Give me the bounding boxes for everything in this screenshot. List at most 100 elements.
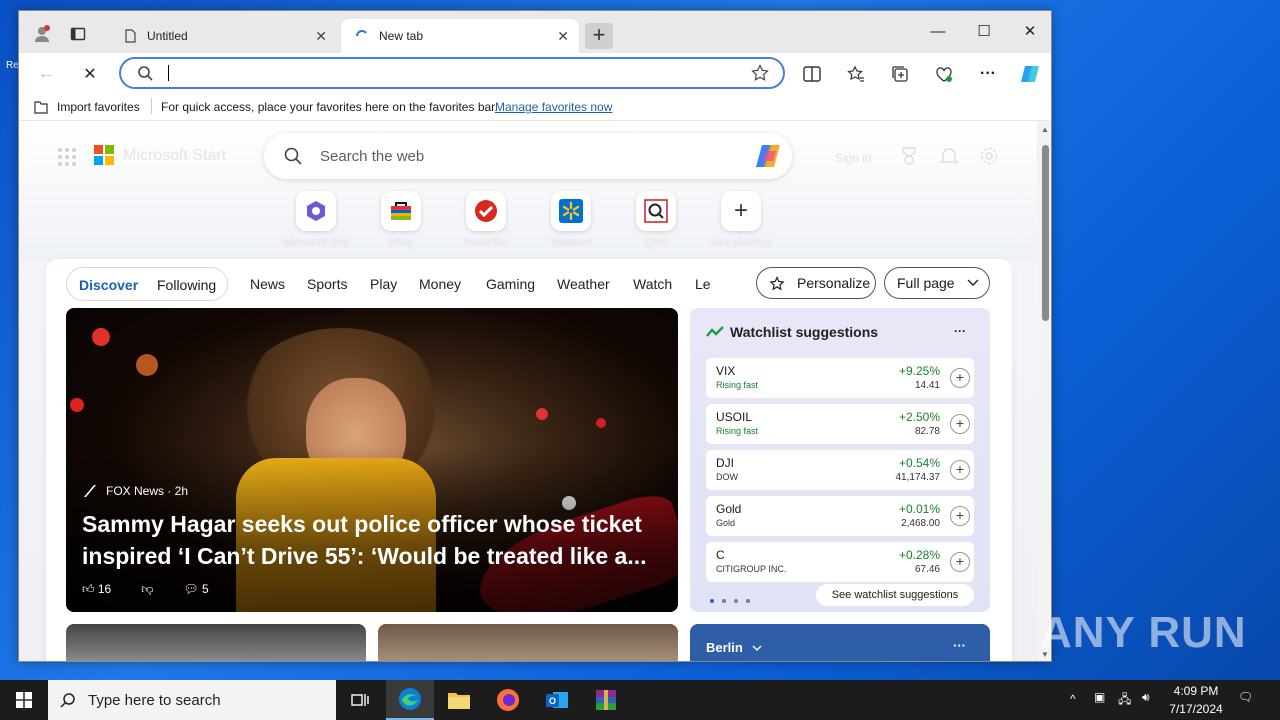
article-source[interactable]: FOX News · 2h [82, 484, 188, 498]
news-card[interactable] [66, 624, 366, 661]
maximize-button[interactable]: ☐ [961, 17, 1007, 47]
minimize-button[interactable]: — [915, 17, 961, 47]
personalize-button[interactable]: Personalize [756, 267, 876, 299]
shortcut-label: QVC [644, 237, 668, 249]
news-card[interactable] [378, 624, 678, 661]
brand-label[interactable]: Microsoft Start [123, 147, 226, 165]
carousel-dots[interactable] [710, 592, 758, 606]
stage-light [536, 408, 548, 420]
like-button[interactable]: 👍︎ 16 [82, 582, 111, 597]
more-options-icon[interactable]: ··· [954, 324, 966, 338]
tab-bar: Untitled ✕ New tab ✕ + — ☐ ✕ [19, 11, 1051, 53]
add-to-watchlist-button[interactable]: + [950, 414, 970, 434]
see-watchlist-button[interactable]: See watchlist suggestions [816, 584, 974, 606]
back-icon[interactable]: ← [33, 61, 59, 87]
scrollbar-thumb[interactable] [1042, 145, 1049, 321]
favorite-star-icon[interactable] [751, 64, 769, 82]
taskbar-app-winrar[interactable] [582, 680, 630, 720]
tab-weather[interactable]: Weather [557, 276, 610, 292]
watchlist-row[interactable]: USOIL Rising fast +2.50% 82.78 + [706, 404, 974, 444]
new-tab-button[interactable]: + [585, 23, 613, 49]
notifications-icon[interactable] [939, 146, 959, 166]
scroll-up-icon[interactable]: ▲ [1041, 125, 1049, 134]
chevron-down-icon [967, 279, 979, 286]
tab-sports[interactable]: Sports [307, 276, 347, 292]
clock[interactable]: 4:09 PM 7/17/2024 [1166, 684, 1226, 716]
stop-loading-icon[interactable]: ✕ [77, 61, 103, 87]
search-icon [284, 147, 302, 165]
close-window-button[interactable]: ✕ [1007, 17, 1051, 47]
personalize-label: Personalize [797, 275, 871, 291]
task-view-button[interactable] [336, 680, 384, 720]
tab-gaming[interactable]: Gaming [486, 276, 535, 292]
shortcut-turbotax[interactable]: TurboTax [446, 191, 526, 249]
tab-news[interactable]: News [250, 276, 285, 292]
tab-learning[interactable]: Le [695, 276, 711, 292]
shortcut-qvc[interactable]: QVC [616, 191, 696, 249]
profile-icon[interactable] [31, 23, 53, 45]
tab-money[interactable]: Money [419, 276, 461, 292]
hero-article[interactable]: FOX News · 2h Sammy Hagar seeks out poli… [66, 308, 678, 612]
signin-link[interactable]: Sign in [835, 151, 872, 165]
meet-now-icon[interactable]: ▣ [1094, 690, 1105, 704]
microsoft-logo [94, 145, 114, 165]
close-tab-icon[interactable]: ✕ [557, 28, 569, 45]
vertical-scrollbar[interactable]: ▲ ▼ [1037, 121, 1051, 661]
more-options-icon[interactable]: ··· [975, 61, 1001, 87]
notifications-center-icon[interactable]: 🗨︎ [1238, 690, 1253, 704]
tab-actions-icon[interactable] [67, 23, 89, 45]
tab-new-tab[interactable]: New tab ✕ [341, 19, 579, 53]
import-favorites-link[interactable]: Import favorites [57, 100, 140, 114]
address-bar[interactable] [119, 57, 785, 89]
copilot-icon[interactable] [754, 141, 784, 171]
shortcut-ebay[interactable]: eBay [361, 191, 441, 249]
tab-watch[interactable]: Watch [633, 276, 672, 292]
weather-city: Berlin [706, 640, 743, 655]
add-to-watchlist-button[interactable]: + [950, 368, 970, 388]
tab-untitled[interactable]: Untitled ✕ [109, 19, 337, 53]
apps-launcher-icon[interactable] [57, 147, 77, 167]
show-hidden-icons[interactable]: ^ [1070, 692, 1076, 706]
split-screen-icon[interactable] [799, 61, 825, 87]
close-tab-icon[interactable]: ✕ [315, 28, 327, 45]
settings-gear-icon[interactable] [979, 146, 999, 166]
volume-icon[interactable]: 🔊︎ [1142, 690, 1150, 705]
comment-button[interactable]: 💬︎ 5 [183, 582, 208, 597]
watchlist-row[interactable]: VIX Rising fast +9.25% 14.41 + [706, 358, 974, 398]
tab-discover[interactable]: Discover [79, 277, 138, 293]
favorites-icon[interactable] [843, 61, 869, 87]
dislike-button[interactable]: 👎︎ [141, 582, 153, 597]
article-headline[interactable]: Sammy Hagar seeks out police officer who… [82, 508, 662, 572]
symbol: DJI [716, 456, 734, 470]
layout-dropdown[interactable]: Full page [884, 267, 990, 299]
tab-play[interactable]: Play [370, 276, 397, 292]
start-button[interactable] [0, 680, 48, 720]
stock-trend-icon [706, 326, 724, 337]
add-shortcut-button[interactable]: + Add shortcut [701, 191, 781, 249]
shortcut-walmart[interactable]: Walmart [531, 191, 611, 249]
add-to-watchlist-button[interactable]: + [950, 460, 970, 480]
shortcut-microsoft-365[interactable]: Microsoft 365 [276, 191, 356, 249]
watchlist-row[interactable]: Gold Gold +0.01% 2,468.00 + [706, 496, 974, 536]
manage-favorites-link[interactable]: Manage favorites now [495, 100, 612, 114]
price: 14.41 [914, 380, 940, 391]
rewards-icon[interactable] [899, 146, 919, 166]
weather-card[interactable]: Berlin ··· [690, 624, 990, 661]
copilot-icon[interactable] [1017, 61, 1043, 87]
taskbar-app-outlook[interactable]: O [533, 680, 581, 720]
address-input[interactable] [169, 63, 729, 83]
add-to-watchlist-button[interactable]: + [950, 552, 970, 572]
tab-following[interactable]: Following [157, 277, 216, 293]
taskbar-app-firefox[interactable] [484, 680, 532, 720]
more-options-icon[interactable]: ··· [953, 638, 966, 653]
taskbar-app-file-explorer[interactable] [435, 680, 483, 720]
browser-essentials-icon[interactable] [931, 61, 957, 87]
network-icon[interactable]: 🖧︎ [1118, 690, 1131, 711]
watchlist-row[interactable]: DJI DOW +0.54% 41,174.37 + [706, 450, 974, 490]
add-to-watchlist-button[interactable]: + [950, 506, 970, 526]
collections-icon[interactable] [887, 61, 913, 87]
taskbar-search-box[interactable]: Type here to search [48, 680, 336, 720]
watchlist-row[interactable]: C CITIGROUP INC. +0.28% 67.46 + [706, 542, 974, 582]
taskbar-app-edge[interactable] [386, 680, 434, 720]
web-search-box[interactable]: Search the web [264, 133, 792, 179]
